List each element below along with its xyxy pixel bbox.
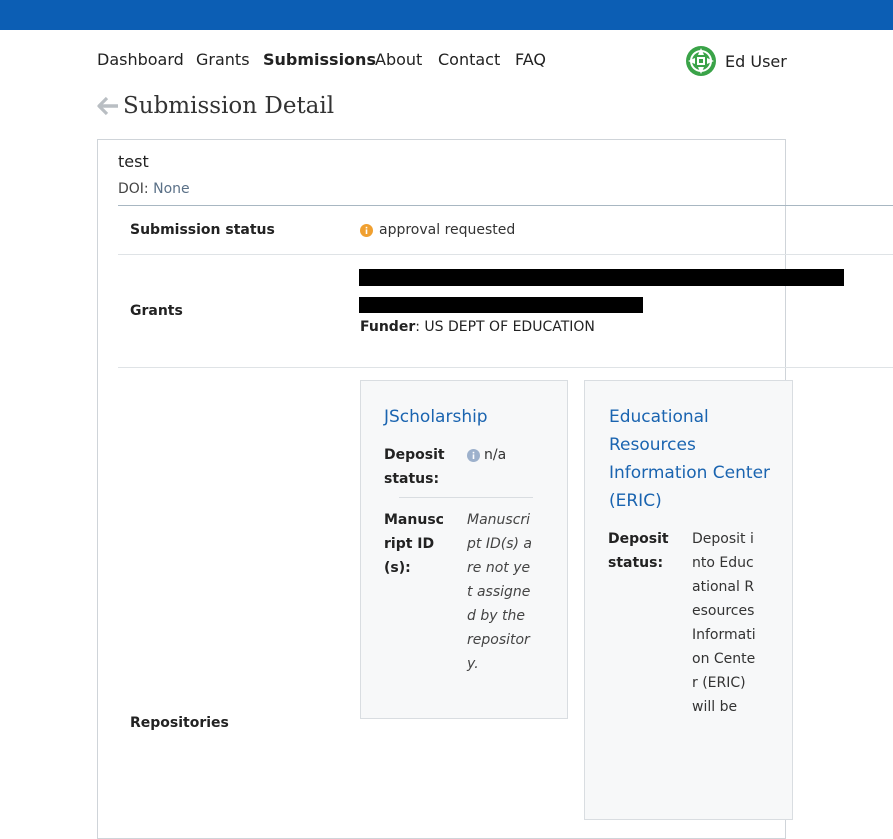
nav-faq[interactable]: FAQ [515, 50, 546, 69]
manuscript-value: Manuscript ID(s) are not yet assigned by… [467, 512, 532, 672]
redacted-grant-text [359, 297, 643, 313]
submission-title: test [118, 152, 149, 171]
deposit-status-value: n/a [467, 443, 547, 470]
nav-grants[interactable]: Grants [196, 50, 250, 69]
divider [399, 497, 533, 498]
divider [118, 205, 893, 206]
redacted-grant-text [359, 269, 844, 286]
nav-contact[interactable]: Contact [438, 50, 500, 69]
funder-label: Funder [360, 319, 416, 335]
university-seal-icon [686, 46, 716, 76]
repository-card: Educational Resources Information Center… [584, 380, 793, 820]
status-text: approval requested [379, 222, 516, 238]
funder-value: US DEPT OF EDUCATION [424, 319, 595, 335]
page-title: Submission Detail [123, 93, 335, 119]
user-menu[interactable]: Ed User [685, 45, 787, 77]
repository-name-link[interactable]: Educational Resources Information Center… [609, 403, 779, 515]
divider [118, 367, 893, 368]
warning-circle-icon [360, 223, 373, 237]
top-bar [0, 0, 893, 30]
nav-submissions[interactable]: Submissions [263, 50, 376, 69]
repositories-label: Repositories [130, 715, 229, 731]
grants-label: Grants [130, 303, 183, 319]
doi-label: DOI: [118, 181, 149, 197]
status-label: Submission status [130, 222, 275, 238]
nav-about[interactable]: About [375, 50, 422, 69]
page-header: Submission Detail [97, 93, 334, 119]
deposit-status-label: Deposit status: [608, 531, 669, 571]
status-value: approval requested [360, 222, 515, 238]
repository-name-link[interactable]: JScholarship [384, 403, 488, 431]
info-circle-icon [467, 448, 480, 462]
deposit-status-value: Deposit into Educational Resources Infor… [692, 531, 756, 715]
nav-dashboard[interactable]: Dashboard [97, 50, 184, 69]
deposit-status-text: n/a [484, 447, 507, 463]
divider [118, 254, 893, 255]
repository-card: JScholarship Deposit status: n/a Manuscr… [360, 380, 568, 719]
user-name: Ed User [725, 51, 787, 71]
manuscript-label: Manuscript ID(s): [384, 512, 444, 576]
doi-value: None [153, 181, 190, 197]
arrow-left-icon[interactable] [97, 95, 119, 117]
doi-line: DOI: None [118, 181, 190, 197]
deposit-status-label: Deposit status: [384, 447, 445, 487]
funder-line: Funder: US DEPT OF EDUCATION [360, 319, 595, 335]
